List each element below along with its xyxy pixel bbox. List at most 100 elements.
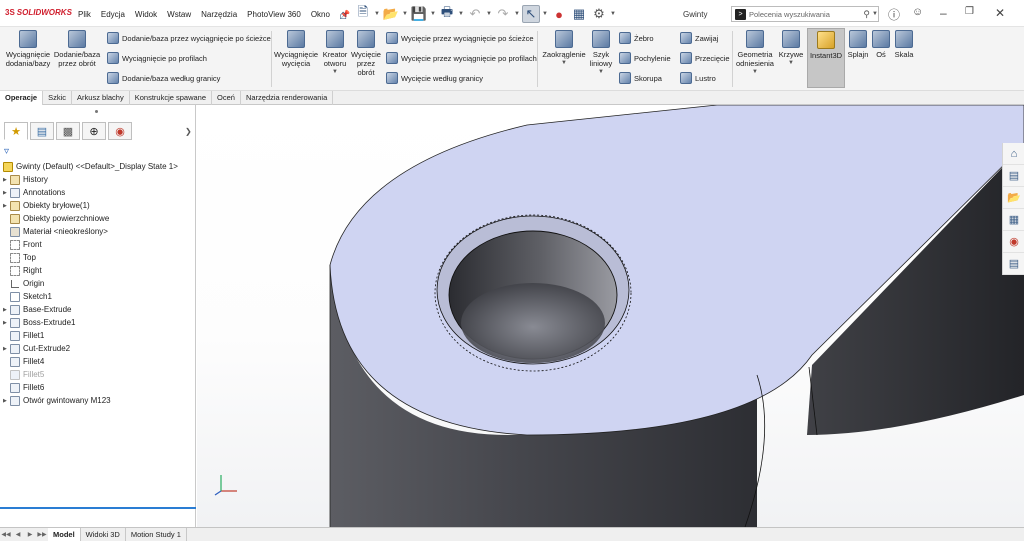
- print-icon[interactable]: 🖶: [438, 4, 456, 23]
- zoom-to-fit-icon[interactable]: ⚲: [480, 105, 488, 106]
- menu-okno[interactable]: Okno: [306, 10, 335, 19]
- minimize-icon[interactable]: –: [940, 6, 947, 20]
- undo-dropdown-icon[interactable]: ▼: [486, 11, 492, 17]
- extruded-boss-button[interactable]: Wyciągnięcie dodania/bazy: [6, 30, 50, 68]
- tab-narzedzia-renderowania[interactable]: Narzędzia renderowania: [241, 91, 334, 105]
- instant3d-button[interactable]: Instant3D: [807, 28, 845, 88]
- filter-icon[interactable]: ▿: [4, 146, 9, 157]
- spline-button[interactable]: Splajn: [847, 30, 869, 59]
- undo-icon[interactable]: ↶: [466, 5, 484, 23]
- wrap-button[interactable]: Zawijaj: [680, 32, 718, 44]
- tab-konstrukcje-spawane[interactable]: Konstrukcje spawane: [130, 91, 213, 105]
- tab-ocen[interactable]: Oceń: [212, 91, 241, 105]
- chevron-right-icon[interactable]: ❯: [185, 127, 192, 136]
- rib-button[interactable]: Żebro: [619, 32, 654, 44]
- shell-button[interactable]: Skorupa: [619, 72, 662, 84]
- expand-arrow-icon[interactable]: ▶: [3, 398, 10, 404]
- options-dropdown-icon[interactable]: ▼: [610, 11, 616, 17]
- menu-narzedzia[interactable]: Narzędzia: [196, 10, 242, 19]
- tab-szkic[interactable]: Szkic: [43, 91, 73, 105]
- configuration-manager-tab-icon[interactable]: ▩: [56, 122, 80, 140]
- view-settings-icon[interactable]: ▭: [644, 105, 654, 106]
- file-explorer-icon[interactable]: 📂: [1003, 187, 1024, 209]
- dynamic-annotation-icon[interactable]: ✎: [532, 105, 541, 106]
- expand-arrow-icon[interactable]: ▶: [3, 307, 10, 313]
- revolved-boss-button[interactable]: Dodanie/baza przez obrót: [54, 30, 100, 68]
- previous-view-icon[interactable]: ✎: [504, 105, 513, 106]
- menu-edycja[interactable]: Edycja: [96, 10, 130, 19]
- select-pointer-icon[interactable]: ↖: [522, 5, 540, 23]
- tree-item[interactable]: ▶ Otwór gwintowany M123: [0, 394, 111, 407]
- next-tab-arrow-icon[interactable]: ▶: [24, 531, 36, 538]
- file-properties-icon[interactable]: ▦: [570, 5, 588, 23]
- expand-arrow-icon[interactable]: ▶: [3, 203, 10, 209]
- select-dropdown-icon[interactable]: ▼: [542, 11, 548, 17]
- linear-pattern-button[interactable]: Szyk liniowy ▼: [589, 30, 613, 77]
- rollback-bar[interactable]: [0, 507, 196, 509]
- boundary-cut-button[interactable]: Wycięcie według granicy: [386, 72, 483, 84]
- tree-item[interactable]: Right: [0, 264, 42, 277]
- expand-arrow-icon[interactable]: ▶: [3, 346, 10, 352]
- hole-wizard-button[interactable]: Kreator otworu ▼: [320, 30, 350, 77]
- fillet-dropdown-icon[interactable]: ▼: [561, 59, 567, 68]
- design-library-icon[interactable]: ▤: [1003, 165, 1024, 187]
- lofted-boss-button[interactable]: Wyciągnięcie po profilach: [107, 52, 207, 64]
- curves-dropdown-icon[interactable]: ▼: [788, 59, 794, 68]
- panel-grip[interactable]: [95, 110, 98, 113]
- first-tab-arrow-icon[interactable]: ◀◀: [0, 531, 12, 538]
- search-dropdown-icon[interactable]: ▼: [872, 11, 878, 17]
- home-icon[interactable]: ⌂: [334, 5, 352, 23]
- tree-item[interactable]: ▶ Boss-Extrude1: [0, 316, 75, 329]
- user-account-icon[interactable]: ☺: [912, 6, 923, 18]
- view-orientation-icon[interactable]: ▣: [545, 105, 555, 106]
- last-tab-arrow-icon[interactable]: ▶▶: [36, 531, 48, 538]
- menu-plik[interactable]: Plik: [73, 10, 96, 19]
- feature-manager-tab-icon[interactable]: ★: [4, 122, 28, 140]
- tab-widoki-3d[interactable]: Widoki 3D: [81, 528, 126, 541]
- section-view-icon[interactable]: ▨: [517, 105, 527, 106]
- hide-show-items-icon[interactable]: ◉: [586, 105, 596, 106]
- tree-item[interactable]: Fillet1: [0, 329, 44, 342]
- menu-wstaw[interactable]: Wstaw: [162, 10, 196, 19]
- revolved-cut-button[interactable]: Wycięcie przez obrót: [351, 30, 381, 77]
- property-manager-tab-icon[interactable]: ▤: [30, 122, 54, 140]
- tab-model[interactable]: Model: [48, 528, 81, 541]
- boundary-boss-button[interactable]: Dodanie/baza według granicy: [107, 72, 220, 84]
- linear-pattern-dropdown-icon[interactable]: ▼: [598, 68, 604, 77]
- tree-item[interactable]: Fillet5: [0, 368, 44, 381]
- search-icon[interactable]: ⚲: [863, 9, 870, 20]
- curves-button[interactable]: Krzywe ▼: [777, 30, 805, 68]
- rebuild-traffic-light-icon[interactable]: ●: [550, 5, 568, 23]
- expand-arrow-icon[interactable]: ▶: [3, 190, 10, 196]
- new-document-icon[interactable]: 🗎: [354, 4, 372, 23]
- tree-item[interactable]: Obiekty powierzchniowe: [0, 212, 109, 225]
- tab-arkusz-blachy[interactable]: Arkusz blachy: [72, 91, 130, 105]
- tree-root[interactable]: Gwinty (Default) <<Default>_Display Stat…: [0, 160, 178, 173]
- edit-appearance-icon[interactable]: ◉: [605, 105, 615, 106]
- reference-geometry-dropdown-icon[interactable]: ▼: [752, 68, 758, 77]
- lofted-cut-button[interactable]: Wycięcie przez wyciągnięcie po profilach: [386, 52, 537, 64]
- zoom-to-area-icon[interactable]: ⚲: [492, 105, 500, 106]
- search-placeholder[interactable]: Polecenia wyszukiwania: [749, 10, 863, 19]
- custom-properties-icon[interactable]: ▤: [1003, 253, 1024, 275]
- menu-photoview[interactable]: PhotoView 360: [242, 10, 306, 19]
- dimxpert-tab-icon[interactable]: ⊕: [82, 122, 106, 140]
- draft-button[interactable]: Pochylenie: [619, 52, 671, 64]
- fillet-button[interactable]: Zaokrąglenie ▼: [541, 30, 587, 68]
- save-dropdown-icon[interactable]: ▼: [430, 11, 436, 17]
- expand-arrow-icon[interactable]: ▶: [3, 320, 10, 326]
- tree-item[interactable]: ▶ Base-Extrude: [0, 303, 71, 316]
- tree-item[interactable]: ▶ Cut-Extrude2: [0, 342, 70, 355]
- axis-button[interactable]: Oś: [872, 30, 890, 59]
- print-dropdown-icon[interactable]: ▼: [458, 11, 464, 17]
- tree-item[interactable]: ▶ History: [0, 173, 48, 186]
- extruded-cut-button[interactable]: Wyciągnięcie wycięcia: [274, 30, 318, 68]
- view-palette-icon[interactable]: ▦: [1003, 209, 1024, 231]
- graphics-area[interactable]: ⚲ ⚲ ✎ ▨ ✎ ▣▼ ▢▼ ◉▼ ◉▼ ◉▼ ▭▼ ❐ ▢ ✕ ⌂ ▤ 📂 …: [197, 105, 1024, 527]
- hole-wizard-dropdown-icon[interactable]: ▼: [332, 68, 338, 77]
- tree-item[interactable]: ▶ Annotations: [0, 186, 65, 199]
- scale-button[interactable]: Skala: [893, 30, 915, 59]
- save-icon[interactable]: 💾: [410, 5, 428, 23]
- display-manager-tab-icon[interactable]: ◉: [108, 122, 132, 140]
- tree-item[interactable]: Fillet4: [0, 355, 44, 368]
